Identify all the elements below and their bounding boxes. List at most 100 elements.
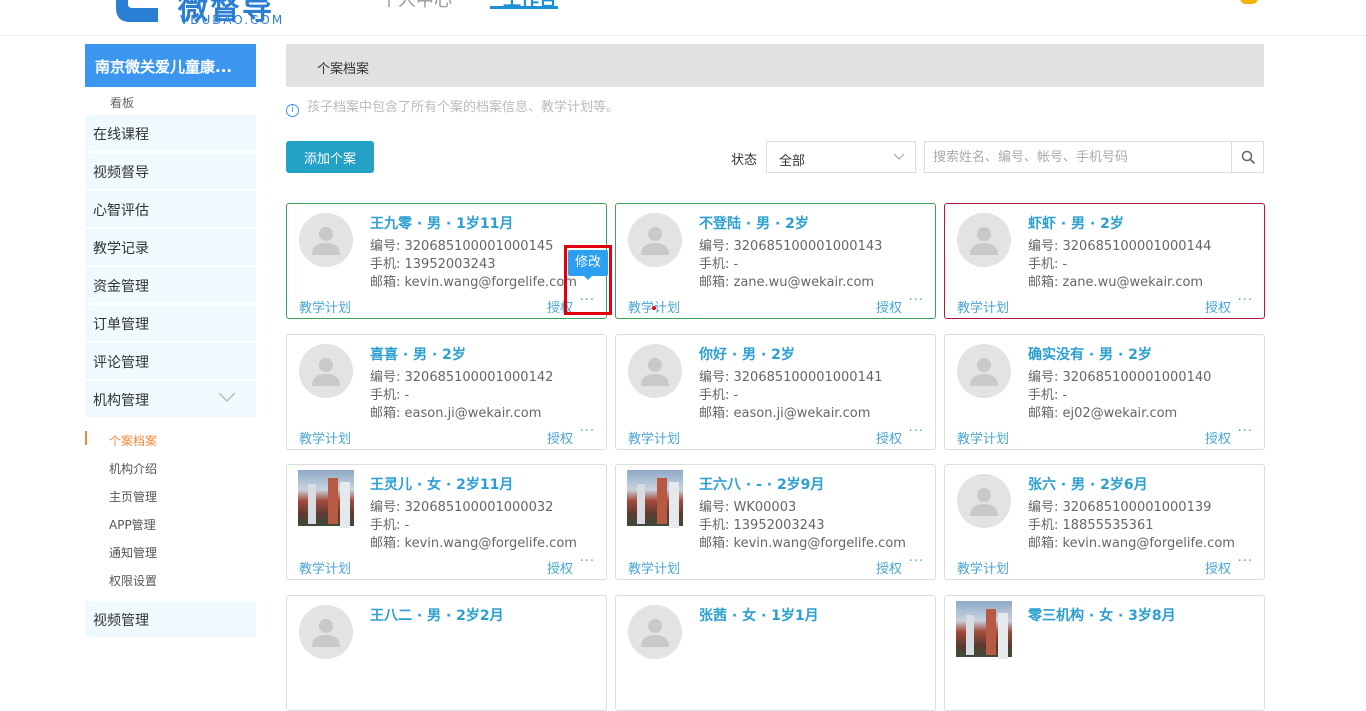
case-card[interactable]: 喜喜 · 男 · 2岁编号: 320685100001000142 手机: - 邮箱… (286, 334, 607, 450)
teaching-plan-link[interactable]: 教学计划 (957, 297, 1009, 316)
sidebar-sub-app[interactable]: APP管理 (85, 509, 256, 537)
case-name[interactable]: 虾虾 · 男 · 2岁 (1028, 213, 1124, 233)
case-card[interactable]: 王六八 · - · 2岁9月 编号: WK00003 手机: 13952003243… (615, 464, 936, 580)
info-icon: i (286, 104, 299, 117)
more-icon[interactable]: ··· (580, 424, 595, 439)
search-icon (1241, 150, 1256, 165)
sidebar-sub-homepage[interactable]: 主页管理 (85, 481, 256, 509)
case-name[interactable]: 不登陆 · 男 · 2岁 (699, 213, 809, 233)
case-card[interactable]: 虾虾 · 男 · 2岁 编号: 320685100001000144 手机: - 邮箱… (944, 203, 1265, 319)
authorize-link[interactable]: 授权 (876, 297, 902, 316)
info-tip: i 孩子档案中包含了所有个案的档案信息、教学计划等。 (286, 96, 619, 117)
default-avatar-icon (312, 227, 340, 255)
case-code: 编号: 320685100001000139 (1028, 500, 1212, 515)
sidebar-item-org-management[interactable]: 机构管理 (85, 381, 256, 417)
more-icon[interactable]: ··· (580, 554, 595, 569)
info-tip-text: 孩子档案中包含了所有个案的档案信息、教学计划等。 (307, 100, 620, 115)
case-card[interactable]: 零三机构 · 女 · 3岁8月 (944, 595, 1265, 711)
sidebar-item-video-management[interactable]: 视频管理 (85, 601, 256, 637)
case-phone: 手机: 13952003243 (370, 257, 496, 272)
avatar[interactable] (1240, 0, 1258, 4)
logo-subtitle: VDUDAO.COM (180, 13, 285, 27)
teaching-plan-link[interactable]: 教学计划 (299, 297, 351, 316)
case-name[interactable]: 王九零 · 男 · 1岁11月 (370, 213, 513, 233)
case-card[interactable]: 你好 · 男 · 2岁 编号: 320685100001000141 手机: - 邮箱… (615, 334, 936, 450)
case-name[interactable]: 零三机构 · 女 · 3岁8月 (1028, 605, 1176, 625)
case-phone: 手机: - (699, 257, 739, 272)
org-name-card[interactable]: 南京微关爱儿童康... (85, 44, 256, 87)
more-icon[interactable]: ··· (1238, 554, 1253, 569)
case-code: 编号: 320685100001000143 (699, 239, 883, 254)
more-icon[interactable]: ··· (909, 424, 924, 439)
chevron-down-icon (893, 153, 905, 160)
sidebar-sub-org-intro[interactable]: 机构介绍 (85, 453, 256, 481)
org-submenu: 个案档案 机构介绍 主页管理 APP管理 通知管理 权限设置 (85, 419, 256, 601)
case-name[interactable]: 你好 · 男 · 2岁 (699, 344, 795, 364)
case-code: 编号: 320685100001000141 (699, 370, 883, 385)
sidebar-item-board[interactable]: 看板 (85, 87, 256, 115)
authorize-link[interactable]: 授权 (547, 428, 573, 447)
case-email: 邮箱: kevin.wang@forgelife.com (370, 536, 577, 551)
teaching-plan-link[interactable]: 教学计划 (299, 428, 351, 447)
sidebar-item-funds[interactable]: 资金管理 (85, 267, 256, 303)
authorize-link[interactable]: 授权 (876, 558, 902, 577)
case-name[interactable]: 喜喜 · 男 · 2岁 (370, 344, 466, 364)
teaching-plan-link[interactable]: 教学计划 (628, 558, 680, 577)
edit-tooltip[interactable]: 修改 (568, 250, 608, 280)
case-card[interactable]: 王八二 · 男 · 2岁2月 (286, 595, 607, 711)
sidebar-item-teaching-records[interactable]: 教学记录 (85, 229, 256, 265)
add-case-button[interactable]: 添加个案 (286, 141, 374, 173)
teaching-plan-link[interactable]: 教学计划 (299, 558, 351, 577)
status-select[interactable]: 全部 (766, 141, 916, 173)
case-photo (627, 470, 683, 526)
case-name[interactable]: 王六八 · - · 2岁9月 (699, 474, 824, 494)
more-icon[interactable]: ··· (1238, 293, 1253, 308)
sidebar-sub-notifications[interactable]: 通知管理 (85, 537, 256, 565)
teaching-plan-link[interactable]: 教学计划 (957, 428, 1009, 447)
case-name[interactable]: 张茜 · 女 · 1岁1月 (699, 605, 819, 625)
authorize-link[interactable]: 授权 (1205, 297, 1231, 316)
case-code: 编号: 320685100001000142 (370, 370, 554, 385)
default-avatar-icon (970, 488, 998, 516)
logo-icon (116, 0, 158, 22)
teaching-plan-link[interactable]: 教学计划 (957, 558, 1009, 577)
search-button[interactable] (1231, 141, 1264, 173)
case-card[interactable]: 确实没有 · 男 · 2岁 编号: 320685100001000140 手机: -… (944, 334, 1265, 450)
authorize-link[interactable]: 授权 (1205, 428, 1231, 447)
authorize-link[interactable]: 授权 (1205, 558, 1231, 577)
sidebar-item-assessment[interactable]: 心智评估 (85, 191, 256, 227)
sidebar-item-orders[interactable]: 订单管理 (85, 305, 256, 341)
default-avatar-icon (641, 619, 669, 647)
sidebar-sub-permissions[interactable]: 权限设置 (85, 565, 256, 593)
case-name[interactable]: 王灵儿 · 女 · 2岁11月 (370, 474, 513, 494)
case-phone: 手机: 18855535361 (1028, 518, 1154, 533)
case-code: 编号: 320685100001000032 (370, 500, 554, 515)
teaching-plan-link[interactable]: 教学计划 (628, 428, 680, 447)
case-name[interactable]: 张六 · 男 · 2岁6月 (1028, 474, 1148, 494)
case-email: 邮箱: ej02@wekair.com (1028, 406, 1178, 421)
case-card[interactable]: 张六 · 男 · 2岁6月编号: 320685100001000139 手机: 1… (944, 464, 1265, 580)
more-icon[interactable]: ··· (909, 293, 924, 308)
sidebar-sub-case-files[interactable]: 个案档案 (85, 425, 256, 453)
case-name[interactable]: 王八二 · 男 · 2岁2月 (370, 605, 504, 625)
more-icon[interactable]: ··· (909, 554, 924, 569)
case-email: 邮箱: eason.ji@wekair.com (370, 406, 542, 421)
sidebar-item-comments[interactable]: 评论管理 (85, 343, 256, 379)
case-phone: 手机: - (699, 388, 739, 403)
case-card[interactable]: 张茜 · 女 · 1岁1月 (615, 595, 936, 711)
more-icon[interactable]: ··· (1238, 424, 1253, 439)
case-phone: 手机: - (370, 388, 410, 403)
nav-personal-center[interactable]: 个人中心 (380, 0, 452, 12)
avatar (628, 213, 682, 267)
chevron-down-icon (218, 392, 236, 403)
case-card[interactable]: 王九零 · 男 · 1岁11月 编号: 320685100001000145 手机:… (286, 203, 607, 319)
authorize-link[interactable]: 授权 (547, 558, 573, 577)
case-name[interactable]: 确实没有 · 男 · 2岁 (1028, 344, 1152, 364)
sidebar-item-video-supervision[interactable]: 视频督导 (85, 153, 256, 189)
case-card[interactable]: 不登陆 · 男 · 2岁 编号: 320685100001000143 手机: - 邮… (615, 203, 936, 319)
case-card[interactable]: 王灵儿 · 女 · 2岁11月 编号: 320685100001000032 手机:… (286, 464, 607, 580)
avatar (299, 344, 353, 398)
authorize-link[interactable]: 授权 (876, 428, 902, 447)
sidebar-item-online-courses[interactable]: 在线课程 (85, 115, 256, 151)
search-input[interactable] (924, 141, 1231, 173)
